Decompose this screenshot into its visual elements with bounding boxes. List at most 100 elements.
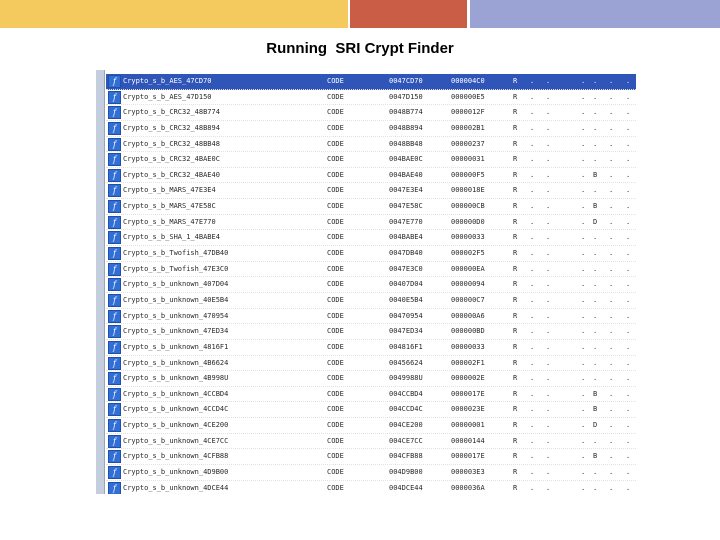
table-row[interactable]: f Crypto_s_b_unknown_407D04 CODE 00407D04 00… bbox=[106, 277, 636, 293]
flag-f: . bbox=[530, 436, 535, 445]
table-row[interactable]: f Crypto_s_b_CRC32_4BAE40 CODE 004BAE40 0000… bbox=[106, 168, 636, 184]
flag-x: . bbox=[626, 186, 631, 195]
flag-b: . bbox=[593, 233, 598, 242]
function-icon: f bbox=[108, 387, 121, 401]
function-name: Crypto_s_b_unknown_4CCBD4 bbox=[123, 389, 229, 398]
table-row[interactable]: f Crypto_s_b_CRC32_4BAE0C CODE 004BAE0C 0000… bbox=[106, 152, 636, 168]
function-icon: f bbox=[108, 434, 121, 448]
slide-title: Running SRI Crypt Finder bbox=[266, 40, 454, 57]
function-length: 000000D0 bbox=[451, 217, 485, 226]
table-row[interactable]: f Crypto_s_b_Twofish_47DB40 CODE 0047DB40 00… bbox=[106, 246, 636, 262]
function-length: 00000033 bbox=[451, 342, 485, 351]
table-row[interactable]: f Crypto_s_b_unknown_4CCBD4 CODE 004CCBD4 00… bbox=[106, 387, 636, 403]
table-row[interactable]: f Crypto_s_b_unknown_4D9B00 CODE 004D9B00 00… bbox=[106, 465, 636, 481]
function-segment: CODE bbox=[327, 436, 344, 445]
flag-b: . bbox=[593, 295, 598, 304]
flag-b: . bbox=[593, 468, 598, 477]
flag-b: . bbox=[593, 280, 598, 289]
function-length: 000002B1 bbox=[451, 123, 485, 132]
table-row[interactable]: f Crypto_s_b_AES_47CD70 CODE 0047CD70 000004… bbox=[106, 74, 636, 90]
flag-t: . bbox=[609, 374, 614, 383]
function-length: 0000017E bbox=[451, 389, 485, 398]
table-row[interactable]: f Crypto_s_b_unknown_4DCE44 CODE 004DCE44 00… bbox=[106, 481, 636, 494]
flag-l: . bbox=[546, 342, 551, 351]
flag-t: . bbox=[609, 186, 614, 195]
flag-x: . bbox=[626, 123, 631, 132]
flag-l: . bbox=[546, 77, 551, 85]
flag-r: R bbox=[513, 311, 518, 320]
flag-s: . bbox=[581, 295, 586, 304]
flag-l: . bbox=[546, 123, 551, 132]
table-row[interactable]: f Crypto_s_b_unknown_4CCD4C CODE 004CCD4C 00… bbox=[106, 402, 636, 419]
function-start: 004CE200 bbox=[389, 421, 423, 430]
flag-t: . bbox=[609, 108, 614, 117]
function-segment: CODE bbox=[327, 311, 344, 320]
flag-l: . bbox=[546, 295, 551, 304]
function-start: 00470954 bbox=[389, 311, 423, 320]
flag-x: . bbox=[626, 170, 631, 179]
function-length: 0000002E bbox=[451, 374, 485, 383]
function-icon: f bbox=[108, 309, 121, 323]
flag-t: . bbox=[609, 389, 614, 398]
flag-x: . bbox=[626, 280, 631, 289]
function-icon: f bbox=[108, 231, 121, 245]
flag-s: . bbox=[581, 358, 586, 367]
function-name: Crypto_s_b_CRC32_48BB48 bbox=[123, 139, 220, 148]
function-length: 00000031 bbox=[451, 155, 485, 164]
flag-f: . bbox=[530, 327, 535, 336]
function-start: 004CFB88 bbox=[389, 452, 423, 461]
function-length: 00000144 bbox=[451, 436, 485, 445]
table-row[interactable]: f Crypto_s_b_CRC32_48B894 CODE 0048B894 0000… bbox=[106, 121, 636, 137]
table-row[interactable]: f Crypto_s_b_Twofish_47E3C0 CODE 0047E3C0 00… bbox=[106, 262, 636, 278]
function-icon: f bbox=[108, 419, 121, 433]
table-row[interactable]: f Crypto_s_b_unknown_4816F1 CODE 004816F1 00… bbox=[106, 340, 636, 356]
flag-s: . bbox=[581, 342, 586, 351]
table-row[interactable]: f Crypto_s_b_unknown_4CE200 CODE 004CE200 00… bbox=[106, 418, 636, 434]
table-row[interactable]: f Crypto_s_b_MARS_47E58C CODE 0047E58C 00000… bbox=[106, 199, 636, 215]
flag-t: . bbox=[609, 358, 614, 367]
function-length: 000000EA bbox=[451, 264, 485, 273]
function-length: 0000012F bbox=[451, 108, 485, 117]
table-row[interactable]: f Crypto_s_b_unknown_470954 CODE 00470954 00… bbox=[106, 309, 636, 325]
flag-b: B bbox=[593, 452, 598, 461]
table-row[interactable]: f Crypto_s_b_AES_47D150 CODE 0047D150 000000… bbox=[106, 90, 636, 106]
function-length: 00000033 bbox=[451, 233, 485, 242]
function-length: 000002F5 bbox=[451, 249, 485, 258]
flag-b: . bbox=[593, 374, 598, 383]
table-row[interactable]: f Crypto_s_b_unknown_4CE7CC CODE 004CE7CC 00… bbox=[106, 434, 636, 450]
flag-r: R bbox=[513, 280, 518, 289]
flag-b: . bbox=[593, 123, 598, 132]
flag-f: . bbox=[530, 217, 535, 226]
table-row[interactable]: f Crypto_s_b_unknown_4B6624 CODE 00456624 00… bbox=[106, 356, 636, 372]
table-row[interactable]: f Crypto_s_b_unknown_4B998U CODE 0049988U 00… bbox=[106, 371, 636, 387]
table-row[interactable]: f Crypto_s_b_SHA_1_4BABE4 CODE 004BABE4 0000… bbox=[106, 230, 636, 247]
table-row[interactable]: f Crypto_s_b_MARS_47E770 CODE 0047E770 00000… bbox=[106, 215, 636, 231]
function-start: 0047ED34 bbox=[389, 327, 423, 336]
table-row[interactable]: f Crypto_s_b_CRC32_48BB48 CODE 0048BB48 0000… bbox=[106, 137, 636, 153]
function-icon: f bbox=[108, 356, 121, 370]
function-start: 0048BB48 bbox=[389, 139, 423, 148]
flag-x: . bbox=[626, 342, 631, 351]
flag-s: . bbox=[581, 77, 586, 85]
function-segment: CODE bbox=[327, 155, 344, 164]
flag-t: . bbox=[609, 170, 614, 179]
function-segment: CODE bbox=[327, 108, 344, 117]
table-row[interactable]: f Crypto_s_b_CRC32_48B774 CODE 0048B774 0000… bbox=[106, 105, 636, 121]
flag-t: . bbox=[609, 452, 614, 461]
flag-l: . bbox=[546, 217, 551, 226]
function-icon: f bbox=[108, 184, 121, 198]
function-name: Crypto_s_b_MARS_47E770 bbox=[123, 217, 216, 226]
flag-f: . bbox=[530, 77, 535, 85]
table-row[interactable]: f Crypto_s_b_unknown_47ED34 CODE 0047ED34 00… bbox=[106, 324, 636, 340]
flag-x: . bbox=[626, 358, 631, 367]
function-name: Crypto_s_b_unknown_4816F1 bbox=[123, 342, 229, 351]
function-segment: CODE bbox=[327, 295, 344, 304]
table-row[interactable]: f Crypto_s_b_MARS_47E3E4 CODE 0047E3E4 00000… bbox=[106, 183, 636, 200]
table-row[interactable]: f Crypto_s_b_unknown_4CFB88 CODE 004CFB88 00… bbox=[106, 449, 636, 466]
function-length: 00000001 bbox=[451, 421, 485, 430]
function-length: 0000036A bbox=[451, 483, 485, 492]
flag-f: . bbox=[530, 295, 535, 304]
flag-r: R bbox=[513, 468, 518, 477]
table-row[interactable]: f Crypto_s_b_unknown_40E5B4 CODE 0040E5B4 00… bbox=[106, 293, 636, 309]
flag-s: . bbox=[581, 186, 586, 195]
